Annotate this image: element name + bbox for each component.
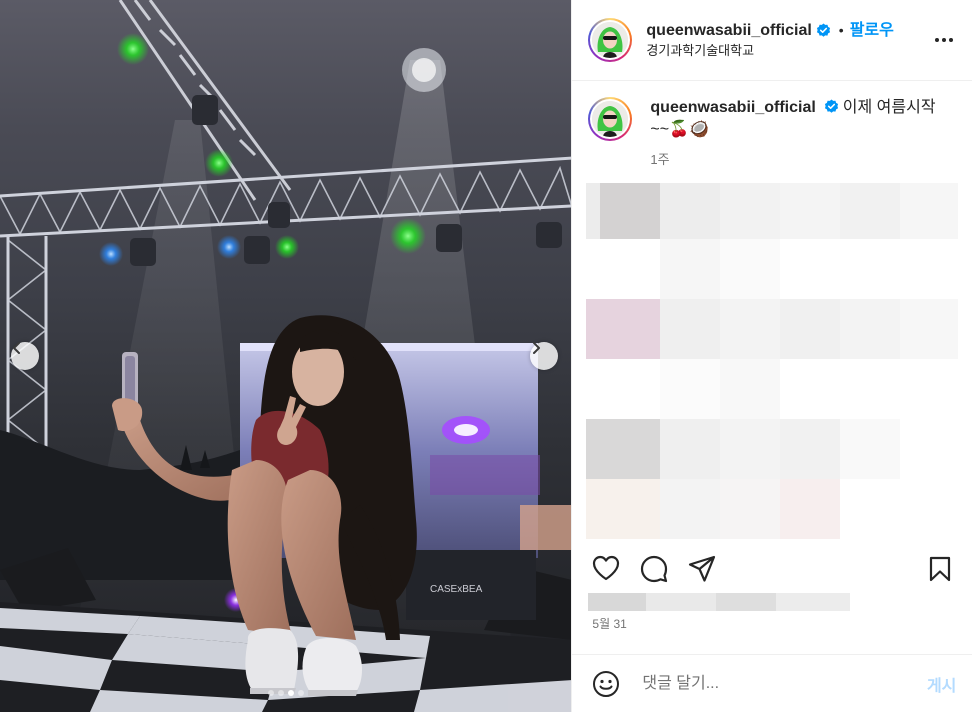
carousel-dot (277, 690, 284, 696)
post-date[interactable]: 5월 31 (592, 615, 626, 632)
post-location[interactable]: 경기과학기술대학교 (646, 43, 893, 59)
carousel-dot (287, 690, 294, 696)
caption-username[interactable]: queenwasabii_official (650, 99, 815, 116)
caption-timestamp[interactable]: 1주 (650, 149, 940, 171)
bookmark-icon (930, 556, 951, 582)
svg-text:CASExBEA: CASExBEA (430, 584, 483, 595)
separator-dot: • (838, 22, 844, 39)
post-header: queenwasabii_official • 팔로우 경기과학기술대학교 (572, 0, 972, 81)
carousel-next-button[interactable] (530, 342, 558, 370)
carousel-indicator (0, 690, 571, 696)
author-avatar[interactable] (588, 18, 633, 62)
post-detail-panel: queenwasabii_official • 팔로우 경기과학기술대학교 qu… (571, 0, 972, 712)
post-caption: queenwasabii_official 이제 여름시작~~🍒🥥 1주 (572, 81, 972, 171)
avatar-image (592, 22, 629, 58)
concert-photo-illustration: CASExBEA (0, 0, 572, 712)
post-body: queenwasabii_official 이제 여름시작~~🍒🥥 1주 5월 … (572, 81, 972, 712)
likes-blurred (588, 593, 851, 611)
avatar-image (592, 101, 629, 137)
comment-input[interactable] (640, 673, 905, 694)
save-button[interactable] (928, 555, 952, 588)
share-button[interactable] (688, 555, 716, 588)
comment-composer: 게시 (572, 654, 972, 712)
caption-avatar[interactable] (588, 97, 633, 141)
heart-icon (593, 555, 620, 581)
comment-bubble-icon (641, 555, 668, 583)
carousel-prev-button[interactable] (11, 342, 39, 370)
paper-plane-icon (689, 555, 716, 582)
emoji-button[interactable] (592, 670, 620, 698)
smiley-icon (593, 670, 620, 697)
verified-badge-icon (824, 99, 839, 114)
comments-blurred (586, 183, 959, 543)
author-username[interactable]: queenwasabii_official (646, 21, 811, 40)
chevron-left-icon (13, 342, 20, 354)
follow-button[interactable]: 팔로우 (850, 21, 894, 40)
more-options-button[interactable] (934, 30, 954, 48)
action-bar (572, 549, 972, 589)
chevron-right-icon (533, 342, 540, 354)
carousel-dot (297, 690, 304, 696)
post-comment-button[interactable]: 게시 (927, 672, 956, 696)
comment-button[interactable] (640, 555, 668, 588)
like-button[interactable] (592, 555, 620, 586)
post-photo[interactable]: CASExBEA (0, 0, 572, 712)
carousel-dot (267, 690, 274, 696)
verified-badge-icon (816, 23, 831, 38)
more-options-icon (935, 38, 953, 42)
